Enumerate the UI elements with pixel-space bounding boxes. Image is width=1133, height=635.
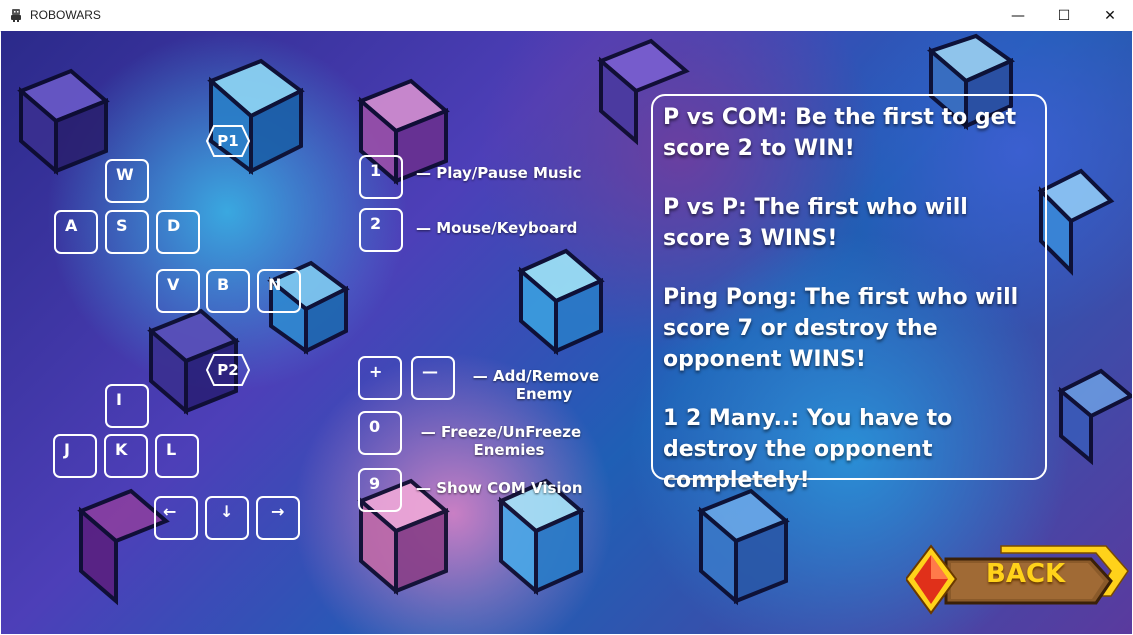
minimize-button[interactable]: — <box>995 0 1041 31</box>
key-left-arrow: ← <box>154 496 198 540</box>
key-w: W <box>105 159 149 203</box>
minimize-icon: — <box>1011 7 1025 24</box>
shortcut-enemy-line-1: — Add/Remove <box>472 367 600 385</box>
rule-ping-pong: Ping Pong: The first who will score 7 or… <box>663 285 1019 372</box>
key-0: 0 <box>358 411 402 455</box>
p2-badge: P2 <box>206 354 250 386</box>
rules-panel: P vs COM: Be the first to get score 2 to… <box>651 94 1047 493</box>
key-b: B <box>206 269 250 313</box>
rule-p-vs-p: P vs P: The first who will score 3 WINS! <box>663 195 968 251</box>
controls-screen: P1 W A S D V B N P2 I J K L ← ↓ → 1 — Pl… <box>1 31 1132 634</box>
shortcut-freeze-line-1: — Freeze/UnFreeze <box>420 423 582 441</box>
back-button[interactable]: BACK <box>904 541 1130 621</box>
key-v: V <box>156 269 200 313</box>
key-1: 1 <box>359 155 403 199</box>
maximize-button[interactable]: ☐ <box>1041 0 1087 31</box>
key-minus: — <box>411 356 455 400</box>
close-button[interactable]: ✕ <box>1087 0 1133 31</box>
shortcut-enemy-line-2: Enemy <box>515 385 573 403</box>
robot-app-icon <box>11 9 21 22</box>
maximize-icon: ☐ <box>1057 7 1071 24</box>
shortcut-freeze-label: — Freeze/UnFreeze Enemies <box>416 423 586 459</box>
p1-badge-label: P1 <box>217 132 239 150</box>
window-titlebar: ROBOWARS — ☐ ✕ <box>0 0 1133 32</box>
shortcut-mouse-keyboard-label: — Mouse/Keyboard <box>416 219 578 237</box>
rule-one-two-many: 1 2 Many..: You have to destroy the oppo… <box>663 406 953 493</box>
close-icon: ✕ <box>1104 7 1116 24</box>
shortcut-freeze-line-2: Enemies <box>473 441 545 459</box>
key-l: L <box>155 434 199 478</box>
shortcut-music-label: — Play/Pause Music <box>416 164 582 182</box>
key-down-arrow: ↓ <box>205 496 249 540</box>
back-button-label: BACK <box>986 559 1066 589</box>
key-2: 2 <box>359 208 403 252</box>
key-j: J <box>53 434 97 478</box>
key-d: D <box>156 210 200 254</box>
shortcut-enemy-label: — Add/Remove Enemy <box>466 367 606 403</box>
rule-p-vs-com: P vs COM: Be the first to get score 2 to… <box>663 105 1017 161</box>
p1-badge: P1 <box>206 125 250 157</box>
key-9: 9 <box>358 468 402 512</box>
key-s: S <box>105 210 149 254</box>
key-k: K <box>104 434 148 478</box>
shortcut-com-vision-label: — Show COM Vision <box>416 479 583 497</box>
key-right-arrow: → <box>256 496 300 540</box>
key-n: N <box>257 269 301 313</box>
key-a: A <box>54 210 98 254</box>
window-title: ROBOWARS <box>30 8 101 22</box>
key-plus: + <box>358 356 402 400</box>
key-i: I <box>105 384 149 428</box>
p2-badge-label: P2 <box>217 361 239 379</box>
